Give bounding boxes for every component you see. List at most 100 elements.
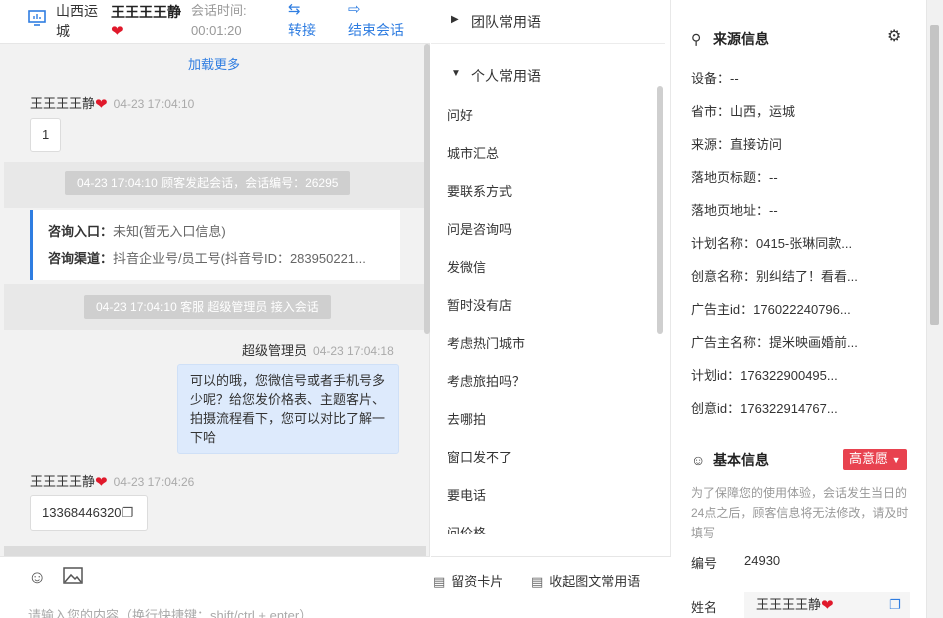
phrase-item[interactable]: 要联系方式 [447, 181, 512, 200]
row-value: 别纠结了！看看... [756, 269, 858, 284]
system-message: 04-23 17:04:10 客服 超级管理员 接入会话 [84, 295, 331, 319]
row-value: 山西，运城 [730, 104, 796, 119]
phrase-item[interactable]: 考虑热门城市 [447, 333, 525, 352]
monitor-icon [28, 10, 46, 26]
location-pin-icon: ⚲ [691, 31, 702, 47]
name-field[interactable]: 王王王王静❤ [744, 592, 910, 618]
row-key: 广告主名称： [691, 335, 770, 350]
group-personal-phrases[interactable]: ▼ 个人常用语 [431, 54, 665, 98]
copy-icon[interactable]: ❐ [889, 597, 901, 613]
message-bubble: 1 [30, 118, 62, 152]
phrase-item[interactable]: 城市汇总 [447, 143, 499, 162]
row-key: 创意名称： [691, 269, 757, 284]
entry-label: 咨询入口： [48, 224, 114, 239]
phrase-list: 问好 城市汇总 要联系方式 问是咨询吗 发微信 暂时没有店 考虑热门城市 考虑旅… [431, 100, 657, 534]
row-key: 创意id： [691, 401, 741, 416]
message-bubble: 13368446320❐ [30, 495, 149, 531]
customer-info-panel: ⚲ 来源信息 ⚙ 设备：-- 省市：山西，运城 来源：直接访问 落地页标题：-- … [671, 0, 943, 618]
user-icon: ☺ [691, 452, 706, 468]
row-value: 直接访问 [730, 137, 783, 152]
message-time: 04-23 17:04:26 [113, 475, 195, 489]
row-value: 176322900495... [740, 368, 838, 383]
phrase-item[interactable]: 考虑旅拍吗？ [447, 371, 525, 390]
source-row-advertiser-id: 广告主id：176022240796... [691, 299, 851, 318]
settings-icon[interactable]: ⚙ [887, 26, 901, 46]
heart-icon: ❤ [821, 597, 834, 614]
caret-down-icon: ▼ [891, 455, 901, 465]
collapse-phrases-button[interactable]: ▤ 收起图文常用语 [531, 571, 640, 590]
caret-right-icon: ▶ [451, 14, 459, 25]
intent-label: 高意愿 [849, 451, 889, 466]
phrase-item[interactable]: 问价格 [447, 523, 486, 534]
row-key: 省市： [691, 104, 731, 119]
source-section-title: ⚲ 来源信息 [691, 29, 769, 49]
message-meta: 王王王王静❤ 04-23 17:04:26 [30, 471, 194, 490]
page-scrollbar-thumb[interactable] [930, 25, 939, 325]
load-more-link[interactable]: 加载更多 [4, 54, 424, 73]
row-value: -- [730, 71, 739, 86]
session-time-label: 会话时间: [191, 3, 247, 18]
sender-name: 超级管理员 [242, 343, 308, 358]
sender-name: 王王王王静 [30, 96, 96, 111]
source-row-source: 来源：直接访问 [691, 134, 782, 153]
entry-value: 未知(暂无入口信息) [113, 224, 226, 239]
name-label: 姓名 [691, 600, 718, 615]
row-key: 来源： [691, 137, 731, 152]
row-value: 提米映画婚前... [769, 335, 858, 350]
row-value: 0415-张琳同款... [756, 236, 853, 251]
row-value: 176322914767... [740, 401, 838, 416]
channel-value: 抖音企业号/员工号(抖音号ID：283950221... [113, 251, 366, 266]
exit-icon: ⇨ [348, 1, 361, 18]
image-icon[interactable] [63, 567, 83, 589]
chat-panel: 山西运城 王王王王静 ❤ 会话时间: 00:01:20 ⇆ 转接 ⇨ 结束会话 … [0, 0, 430, 618]
row-value: -- [769, 203, 778, 218]
emoji-icon[interactable]: ☺ [28, 567, 46, 588]
row-key: 设备： [691, 71, 731, 86]
message-bubble: 可以的哦，您微信号或者手机号多少呢？给您发价格表、主题客片、拍摄流程看下，您可以… [177, 364, 399, 454]
end-session-label: 结束会话 [348, 22, 404, 38]
message-time: 04-23 17:04:10 [113, 97, 195, 111]
row-key: 广告主id： [691, 302, 754, 317]
source-row-landing-title: 落地页标题：-- [691, 167, 778, 186]
visitor-name-text: 王王王王静 [111, 4, 181, 20]
phrase-item[interactable]: 发微信 [447, 257, 486, 276]
message-text: 13368446320 [42, 505, 122, 520]
end-session-button[interactable]: ⇨ 结束会话 [348, 0, 404, 40]
intent-badge[interactable]: 高意愿 ▼ [843, 449, 907, 470]
id-label: 编号 [691, 556, 718, 571]
group-team-phrases[interactable]: ▶ 团队常用语 [431, 0, 665, 44]
session-time-value: 00:01:20 [191, 23, 242, 38]
phrase-item[interactable]: 暂时没有店 [447, 295, 512, 314]
source-row-plan-name: 计划名称：0415-张琳同款... [691, 233, 852, 252]
phrase-scrollbar[interactable] [657, 86, 663, 334]
message-input[interactable]: 请输入您的内容（换行快捷键：shift/ctrl + enter） [28, 605, 312, 618]
phrase-panel: ▶ 团队常用语 ▼ 个人常用语 问好 城市汇总 要联系方式 问是咨询吗 发微信 … [431, 0, 671, 618]
card-icon: ▤ [433, 574, 446, 589]
row-value: 176022240796... [753, 302, 851, 317]
group-label: 团队常用语 [471, 14, 541, 30]
basic-section-title: ☺ 基本信息 [691, 450, 769, 470]
system-message: 04-23 17:04:10 顾客发起会话，会话编号：26295 [65, 171, 351, 195]
transfer-label: 转接 [288, 22, 316, 38]
session-time: 会话时间: 00:01:20 [191, 1, 247, 41]
visitor-location: 山西运城 [56, 3, 98, 39]
message-meta: 王王王王静❤ 04-23 17:04:10 [30, 93, 194, 112]
transfer-button[interactable]: ⇆ 转接 [288, 0, 316, 40]
phrase-item[interactable]: 窗口发不了 [447, 447, 512, 466]
leave-card-button[interactable]: ▤ 留资卡片 [433, 571, 503, 590]
phrase-item[interactable]: 问是咨询吗 [447, 219, 512, 238]
phrase-item[interactable]: 问好 [447, 105, 473, 124]
source-row-creative-id: 创意id：176322914767... [691, 398, 838, 417]
message-input-area: ☺ 请输入您的内容（换行快捷键：shift/ctrl + enter） [0, 556, 430, 618]
basic-title-text: 基本信息 [713, 452, 769, 468]
copy-icon[interactable]: ❐ [122, 505, 134, 520]
chat-scrollbar[interactable] [424, 44, 430, 334]
message-list: 加载更多 王王王王静❤ 04-23 17:04:10 1 04-23 17:04:… [4, 44, 426, 556]
source-row-landing-url: 落地页地址：-- [691, 200, 778, 219]
phrase-item[interactable]: 要电话 [447, 485, 486, 504]
edit-notice: 为了保障您的使用体验，会话发生当日的24点之后，顾客信息将无法修改，请及时填写 [691, 486, 909, 540]
phrase-item[interactable]: 去哪拍 [447, 409, 486, 428]
consult-info-card: 咨询入口：未知(暂无入口信息) 咨询渠道：抖音企业号/员工号(抖音号ID：283… [30, 210, 400, 280]
list-icon: ▤ [531, 574, 544, 589]
source-row-creative-name: 创意名称：别纠结了！看看... [691, 266, 858, 285]
